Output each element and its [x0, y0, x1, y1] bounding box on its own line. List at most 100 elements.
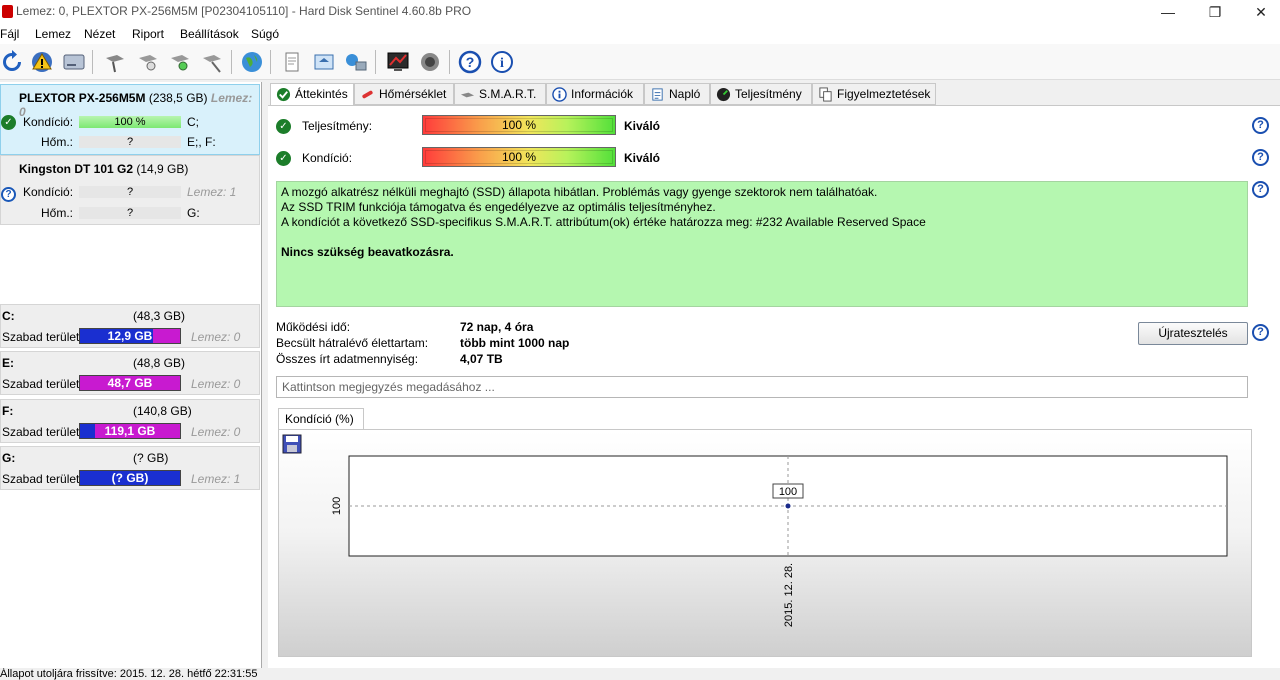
- disk-smart-icon: [460, 92, 475, 98]
- tab-label: Áttekintés: [295, 87, 348, 101]
- note-input[interactable]: Kattintson megjegyzés megadásához ...: [276, 376, 1248, 398]
- overview-panel: ✓ Teljesítmény: 100 % Kiváló ? ✓ Kondíci…: [268, 105, 1280, 668]
- tab-temperature[interactable]: Hőmérséklet: [354, 83, 454, 105]
- menu-settings[interactable]: Beállítások: [180, 27, 239, 41]
- disk-item-plextor[interactable]: PLEXTOR PX-256M5M (238,5 GB) Lemez: 0 ✓ …: [0, 84, 260, 155]
- performance-value: 100 %: [501, 118, 537, 132]
- svg-text:?: ?: [466, 54, 475, 70]
- check-icon: ✓: [1, 115, 16, 130]
- tab-label: Figyelmeztetések: [837, 87, 931, 101]
- health-bar: 100 %: [422, 147, 616, 167]
- thermometer-icon: [362, 90, 373, 99]
- tab-overview[interactable]: Áttekintés: [270, 83, 354, 106]
- point-label: 100: [779, 486, 797, 498]
- uptime-value: 72 nap, 4 óra: [460, 320, 534, 334]
- speaker-icon[interactable]: [418, 50, 442, 74]
- gauge-icon: [716, 87, 731, 102]
- performance-icon[interactable]: [386, 50, 410, 74]
- partition-f[interactable]: F: (140,8 GB) Szabad terület 119,1 GB Le…: [0, 399, 260, 443]
- disk-test-icon-3[interactable]: [168, 50, 192, 74]
- tab-strip: Áttekintés Hőmérséklet S.M.A.R.T. Inform…: [270, 83, 1280, 106]
- unknown-status-icon: ?: [1, 187, 16, 202]
- free-space-bar: (? GB): [79, 470, 181, 486]
- toolbar-separator: [375, 50, 376, 74]
- tab-alerts[interactable]: Figyelmeztetések: [812, 83, 936, 105]
- temp-label: Hőm.:: [41, 206, 74, 220]
- disk-test-icon-2[interactable]: [136, 50, 160, 74]
- close-button[interactable]: ✕: [1238, 0, 1280, 24]
- minimize-button[interactable]: —: [1145, 0, 1191, 24]
- tab-label: Napló: [669, 87, 701, 101]
- network-icon[interactable]: [344, 50, 368, 74]
- disk-item-kingston[interactable]: Kingston DT 101 G2 (14,9 GB) ? Kondíció:…: [0, 155, 260, 225]
- x-tick-label: 2015. 12. 28.: [783, 563, 795, 627]
- partition-size: (48,8 GB): [133, 356, 186, 370]
- help-icon[interactable]: ?: [458, 50, 482, 74]
- uptime-label: Működési idő:: [276, 320, 351, 334]
- help-icon[interactable]: ?: [1252, 181, 1269, 198]
- tab-label: Hőmérséklet: [379, 87, 447, 101]
- menu-file[interactable]: Fájl: [0, 27, 19, 41]
- refresh-icon[interactable]: [0, 50, 24, 74]
- check-icon: [276, 87, 291, 102]
- help-icon[interactable]: ?: [1252, 324, 1269, 341]
- partition-name: F:: [2, 404, 14, 418]
- disk-name-text: PLEXTOR PX-256M5M: [19, 91, 146, 105]
- svg-text:i: i: [500, 56, 504, 71]
- retest-button[interactable]: Újratesztelés: [1138, 322, 1248, 345]
- disk-lemez: Lemez: 1: [187, 185, 237, 199]
- drive-icon[interactable]: [62, 50, 86, 74]
- about-icon[interactable]: i: [490, 50, 514, 74]
- disk-test-icon[interactable]: [103, 50, 127, 74]
- partition-e[interactable]: E: (48,8 GB) Szabad terület 48,7 GB Leme…: [0, 351, 260, 395]
- toolbar-separator: [270, 50, 271, 74]
- free-space-label: Szabad terület: [2, 425, 80, 439]
- help-icon[interactable]: ?: [1252, 149, 1269, 166]
- disk-test-icon-4[interactable]: [200, 50, 224, 74]
- performance-label: Teljesítmény:: [302, 119, 373, 133]
- window-title: Lemez: 0, PLEXTOR PX-256M5M [P0230410511…: [16, 4, 472, 18]
- report-icon[interactable]: [280, 50, 304, 74]
- partition-g[interactable]: G: (? GB) Szabad terület (? GB) Lemez: 1: [0, 446, 260, 490]
- temp-bar: ?: [79, 136, 181, 148]
- partition-c[interactable]: C: (48,3 GB) Szabad terület 12,9 GB Leme…: [0, 304, 260, 348]
- message-line: A mozgó alkatrész nélküli meghajtó (SSD)…: [281, 185, 878, 199]
- menu-disk[interactable]: Lemez: [35, 27, 71, 41]
- remaining-life-label: Becsült hátralévő élettartam:: [276, 336, 429, 350]
- menu-report[interactable]: Riport: [132, 27, 164, 41]
- menu-view[interactable]: Nézet: [84, 27, 115, 41]
- menu-help[interactable]: Súgó: [251, 27, 279, 41]
- free-space-label: Szabad terület: [2, 377, 80, 391]
- chart-tab-health[interactable]: Kondíció (%): [278, 408, 364, 430]
- partition-size: (48,3 GB): [133, 309, 186, 323]
- tab-performance[interactable]: Teljesítmény: [710, 83, 812, 105]
- check-icon: ✓: [276, 119, 291, 134]
- tab-information[interactable]: Információk: [546, 83, 644, 105]
- message-line: A kondíciót a következő SSD-specifikus S…: [281, 215, 926, 229]
- written-data-label: Összes írt adatmennyiség:: [276, 352, 419, 366]
- tab-label: Teljesítmény: [735, 87, 802, 101]
- performance-rating: Kiváló: [624, 119, 661, 133]
- partition-lemez: Lemez: 1: [191, 472, 241, 486]
- globe-icon[interactable]: [240, 50, 264, 74]
- title-bar: Lemez: 0, PLEXTOR PX-256M5M [P0230410511…: [0, 0, 1280, 24]
- maximize-button[interactable]: ❐: [1192, 0, 1238, 24]
- free-space-label: Szabad terület: [2, 472, 80, 486]
- tab-smart[interactable]: S.M.A.R.T.: [454, 83, 546, 105]
- partition-name: E:: [2, 356, 14, 370]
- check-icon: ✓: [276, 151, 291, 166]
- health-label: Kondíció:: [302, 151, 353, 165]
- tab-log[interactable]: Napló: [644, 83, 710, 105]
- help-icon[interactable]: ?: [1252, 117, 1269, 134]
- warning-icon[interactable]: [30, 50, 54, 74]
- toolbar-separator: [449, 50, 450, 74]
- temp-label: Hőm.:: [41, 135, 74, 149]
- message-action: Nincs szükség beavatkozásra.: [281, 245, 454, 259]
- info-icon: [552, 87, 567, 102]
- y-tick-label: 100: [331, 497, 343, 515]
- toolbar: ? i: [0, 44, 1280, 80]
- health-drives: C;: [187, 115, 199, 129]
- send-report-icon[interactable]: [312, 50, 336, 74]
- status-bar: Állapot utoljára frissítve: 2015. 12. 28…: [0, 668, 1280, 680]
- partition-name: G:: [2, 451, 16, 465]
